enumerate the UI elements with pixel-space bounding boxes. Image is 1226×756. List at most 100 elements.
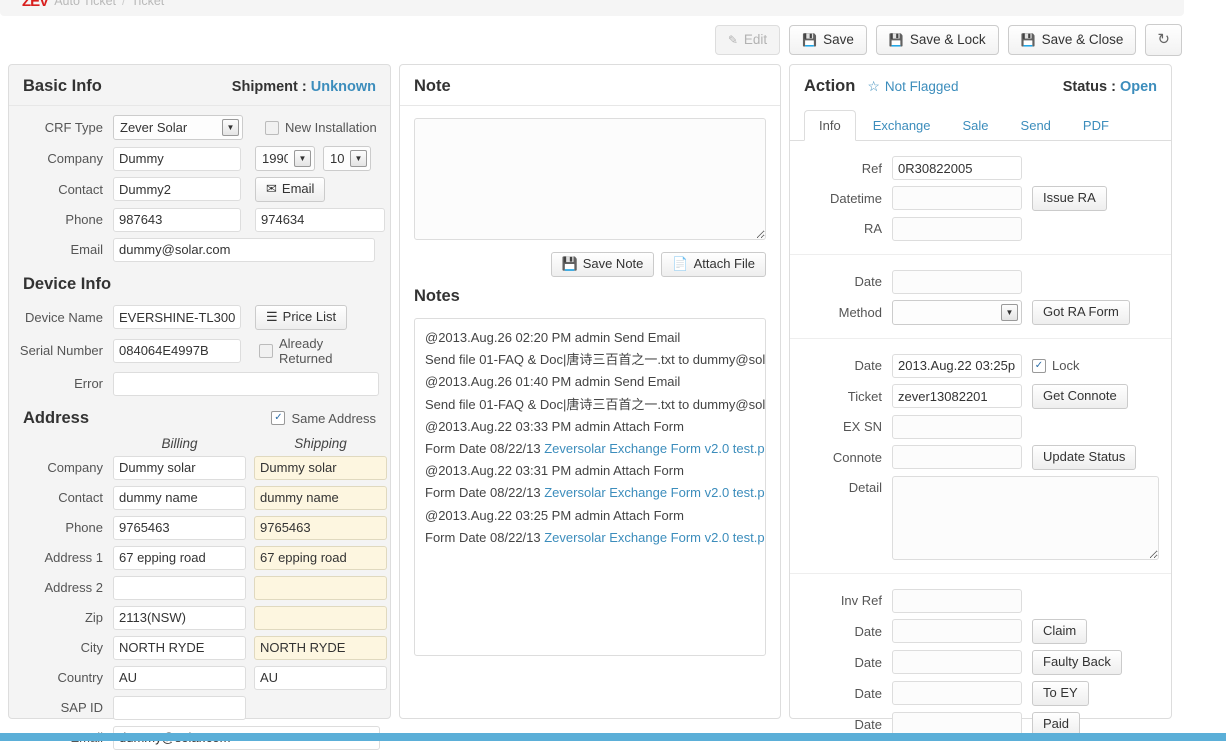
notes-list[interactable]: @2013.Aug.26 02:20 PM admin Send Email Se… bbox=[414, 317, 766, 656]
address-column-headers: Billing Shipping bbox=[9, 432, 390, 453]
ticket-date-row: Date ✓ Lock bbox=[794, 351, 1159, 381]
invoice-date-input[interactable] bbox=[892, 681, 1022, 706]
address-billing-input[interactable] bbox=[113, 485, 246, 510]
method-date-input[interactable] bbox=[892, 269, 1022, 294]
breadcrumb-item-auto-ticket[interactable]: Auto Ticket bbox=[54, 0, 116, 8]
invoice-row-label: Date bbox=[854, 654, 882, 670]
address-billing-input[interactable] bbox=[113, 515, 246, 540]
status-value[interactable]: Open bbox=[1120, 79, 1157, 95]
edit-button[interactable]: ✎ Edit bbox=[714, 24, 781, 56]
new-installation-checkbox[interactable] bbox=[265, 120, 279, 135]
ref-label: Ref bbox=[861, 160, 882, 176]
device-name-input[interactable] bbox=[113, 305, 241, 330]
address-shipping-input[interactable] bbox=[254, 635, 387, 660]
address-shipping-input[interactable] bbox=[254, 545, 387, 570]
invoice-action-button[interactable]: Faulty Back bbox=[1032, 649, 1122, 675]
phone-input-1[interactable] bbox=[113, 207, 241, 232]
new-installation-checkbox-wrap[interactable]: New Installation bbox=[265, 120, 377, 135]
invoice-date-input[interactable] bbox=[892, 650, 1022, 675]
invoice-action-button[interactable]: Claim bbox=[1032, 618, 1088, 644]
serial-number-label: Serial Number bbox=[19, 343, 103, 359]
ex-sn-row: EX SN bbox=[794, 412, 1159, 442]
address-billing-input[interactable] bbox=[113, 665, 246, 690]
tab-send[interactable]: Send bbox=[1006, 110, 1066, 141]
price-list-button[interactable]: ☰ Price List bbox=[255, 304, 348, 330]
month-select[interactable]: 10 bbox=[323, 146, 371, 171]
email-button[interactable]: ✉ Email bbox=[255, 177, 326, 202]
refresh-button[interactable]: ↻ bbox=[1145, 24, 1182, 56]
update-status-button[interactable]: Update Status bbox=[1032, 444, 1137, 470]
address-shipping-input[interactable] bbox=[254, 515, 387, 540]
ex-sn-input[interactable] bbox=[892, 414, 1022, 439]
ra-input[interactable] bbox=[892, 216, 1022, 241]
tab-exchange[interactable]: Exchange bbox=[858, 110, 946, 141]
year-select[interactable]: 1990 bbox=[255, 146, 315, 171]
address-shipping-input[interactable] bbox=[254, 485, 387, 510]
address-billing-input[interactable] bbox=[113, 605, 246, 630]
email-input[interactable] bbox=[113, 237, 375, 262]
address-billing-input[interactable] bbox=[113, 635, 246, 660]
sap-id-input[interactable] bbox=[113, 695, 246, 720]
basic-info-header: Basic Info Shipment : Unknown bbox=[9, 65, 390, 106]
save-and-lock-button[interactable]: 💾 Save & Lock bbox=[875, 24, 999, 56]
note-attachment-link[interactable]: Zeversolar Exchange Form v2.0 test.pdf bbox=[544, 530, 765, 545]
address-shipping-input[interactable] bbox=[254, 575, 387, 600]
address-shipping-input[interactable] bbox=[254, 665, 387, 690]
same-address-checkbox-wrap[interactable]: ✓ Same Address bbox=[271, 411, 376, 426]
detail-row: Detail bbox=[794, 473, 1159, 563]
breadcrumb-item-ticket[interactable]: Ticket bbox=[131, 0, 164, 8]
datetime-input[interactable] bbox=[892, 186, 1022, 211]
invoice-row-label: Date bbox=[854, 623, 882, 639]
address-shipping-input[interactable] bbox=[254, 605, 387, 630]
method-select-wrap[interactable]: ▼ bbox=[892, 299, 1022, 325]
same-address-checkbox[interactable]: ✓ bbox=[271, 411, 286, 426]
invoice-action-button[interactable]: To EY bbox=[1032, 680, 1089, 706]
action-section-invoice: Inv Ref Date Claim Date Faulty Back Date To E… bbox=[790, 572, 1171, 750]
year-select-wrap[interactable]: 1990 ▼ bbox=[255, 146, 315, 171]
save-note-button[interactable]: 💾 Save Note bbox=[550, 252, 655, 277]
save-button[interactable]: 💾 Save bbox=[789, 24, 867, 56]
crf-type-label: CRF Type bbox=[44, 120, 103, 135]
crf-type-select[interactable]: Zever Solar bbox=[113, 115, 243, 140]
contact-input[interactable] bbox=[113, 177, 241, 202]
address-billing-input[interactable] bbox=[113, 575, 246, 600]
error-input[interactable] bbox=[113, 371, 379, 396]
note-textarea[interactable] bbox=[414, 118, 766, 240]
phone-input-2[interactable] bbox=[255, 207, 385, 232]
crf-type-select-wrap[interactable]: Zever Solar ▼ bbox=[113, 115, 243, 140]
brand-logo: ZEV bbox=[22, 0, 49, 10]
tab-sale[interactable]: Sale bbox=[948, 110, 1004, 141]
ticket-input[interactable] bbox=[892, 384, 1022, 409]
note-attachment-link[interactable]: Zeversolar Exchange Form v2.0 test.pdf bbox=[544, 441, 765, 456]
note-entry-text: Send file 01-FAQ & Doc|唐诗三百首之一.txt to du… bbox=[425, 396, 766, 412]
company-input[interactable] bbox=[113, 146, 241, 171]
address-billing-input[interactable] bbox=[113, 455, 246, 480]
month-select-wrap[interactable]: 10 ▼ bbox=[323, 146, 371, 171]
detail-textarea[interactable] bbox=[892, 475, 1159, 560]
note-attachment-link[interactable]: Zeversolar Exchange Form v2.0 test.pdf bbox=[544, 485, 765, 500]
action-section-ra: Ref Datetime Issue RA RA bbox=[790, 141, 1171, 254]
tab-pdf[interactable]: PDF bbox=[1068, 110, 1124, 141]
already-returned-checkbox[interactable] bbox=[259, 343, 273, 358]
invoice-date-input[interactable] bbox=[892, 619, 1022, 644]
issue-ra-button[interactable]: Issue RA bbox=[1032, 186, 1107, 211]
already-returned-checkbox-wrap[interactable]: Already Returned bbox=[259, 336, 380, 366]
ticket-date-input[interactable] bbox=[892, 353, 1022, 378]
attach-file-button[interactable]: 📄 Attach File bbox=[661, 252, 766, 277]
connote-input[interactable] bbox=[892, 445, 1022, 470]
save-and-close-button[interactable]: 💾 Save & Close bbox=[1007, 24, 1137, 56]
tab-info[interactable]: Info bbox=[804, 110, 856, 141]
action-panel: Action ☆ Not Flagged Status : Open Info E… bbox=[789, 64, 1172, 737]
address-shipping-input[interactable] bbox=[254, 455, 387, 480]
address-billing-input[interactable] bbox=[113, 545, 246, 570]
lock-checkbox-wrap[interactable]: ✓ Lock bbox=[1032, 358, 1079, 373]
lock-checkbox[interactable]: ✓ bbox=[1032, 358, 1046, 373]
ref-input[interactable] bbox=[892, 156, 1022, 180]
got-ra-form-button[interactable]: Got RA Form bbox=[1032, 299, 1130, 325]
method-select[interactable] bbox=[892, 299, 1022, 325]
flag-toggle[interactable]: ☆ Not Flagged bbox=[867, 78, 958, 95]
inv-ref-input[interactable] bbox=[892, 588, 1022, 613]
shipment-value[interactable]: Unknown bbox=[311, 79, 376, 95]
serial-number-input[interactable] bbox=[113, 338, 241, 363]
get-connote-button[interactable]: Get Connote bbox=[1032, 383, 1128, 409]
